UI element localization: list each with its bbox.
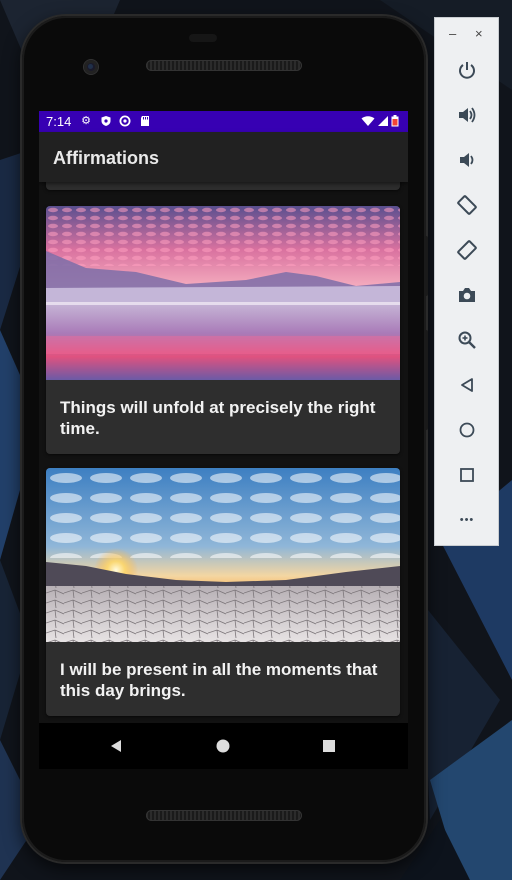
home-icon[interactable] [216,739,230,753]
affirmations-list[interactable]: Things will unfold at precisely the righ… [39,182,408,723]
affirmation-image [46,206,400,380]
app-bar: Affirmations [39,132,408,182]
affirmation-image [46,468,400,642]
volume-down-icon [460,153,474,167]
overview-button[interactable] [454,462,480,488]
back-icon [461,378,473,392]
signal-icon [378,116,388,126]
screenshot-icon [459,288,475,302]
earpiece [189,34,217,42]
sd-card-icon [141,116,149,126]
top-speaker [146,60,302,71]
close-button[interactable]: × [475,26,483,41]
affirmation-text: Things will unfold at precisely the righ… [60,398,376,438]
navigation-bar [39,723,408,769]
status-bar: 7:14 ⚙ [39,111,408,132]
rotate-right-icon [457,240,477,260]
more-icon: ••• [459,514,475,526]
volume-up-button[interactable] [454,102,480,128]
device-screen: 7:14 ⚙ Affirmations Things will unfold a… [39,111,408,723]
status-time: 7:14 [46,114,72,129]
affirmation-card[interactable] [46,182,400,190]
more-button[interactable]: ••• [454,507,480,533]
home-icon [459,422,475,438]
affirmation-card[interactable]: I will be present in all the moments tha… [46,468,400,716]
volume-up-icon [459,107,476,123]
bottom-speaker [146,810,302,821]
wifi-icon [361,116,375,126]
affirmation-text: I will be present in all the moments tha… [60,660,378,700]
front-camera [84,60,98,74]
rotate-left-icon [457,195,477,215]
recents-icon[interactable] [322,739,336,753]
battery-icon [391,115,399,127]
gear-icon: ⚙ [81,115,91,127]
sync-icon [119,115,131,127]
zoom-icon [458,331,476,349]
app-title: Affirmations [53,148,160,168]
shield-icon [101,116,111,126]
power-button[interactable] [454,57,480,83]
back-button[interactable] [454,372,480,398]
home-button[interactable] [454,417,480,443]
overview-icon [460,468,474,482]
affirmation-card[interactable]: Things will unfold at precisely the righ… [46,206,400,454]
power-icon [459,62,475,79]
volume-down-button[interactable] [454,147,480,173]
back-icon[interactable] [109,739,123,753]
screenshot-button[interactable] [454,282,480,308]
power-side-button[interactable] [424,236,428,296]
emulator-toolbar: – × ••• [434,17,499,546]
volume-side-button[interactable] [424,330,428,430]
rotate-left-button[interactable] [454,192,480,218]
minimize-button[interactable]: – [449,26,456,41]
zoom-button[interactable] [454,327,480,353]
rotate-right-button[interactable] [454,237,480,263]
